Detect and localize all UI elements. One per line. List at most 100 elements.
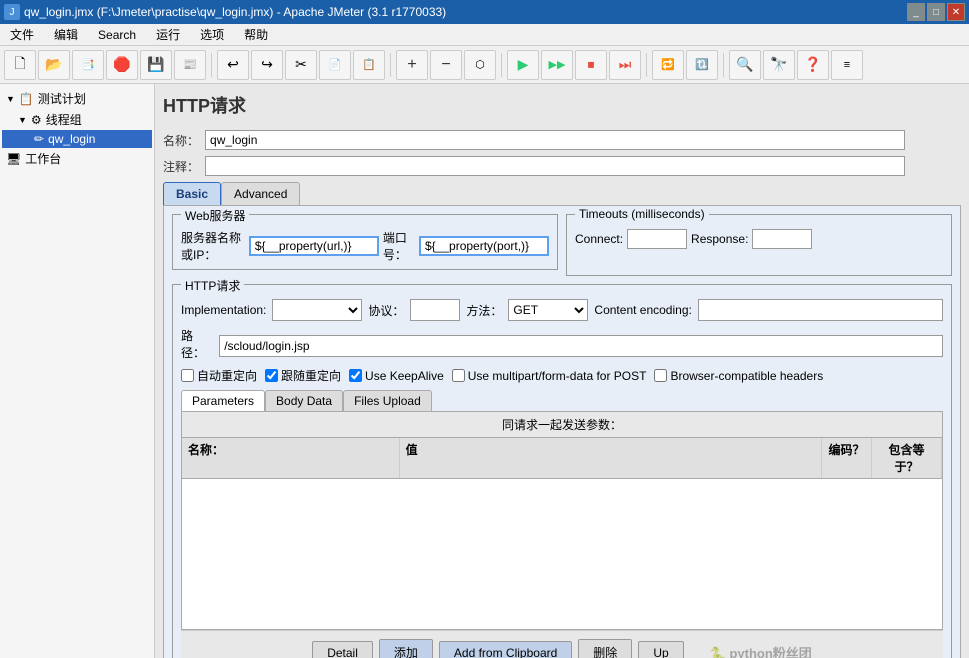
stop-now-button[interactable]: ⏭	[609, 50, 641, 80]
menu-help[interactable]: 帮助	[238, 24, 274, 45]
method-label: 方法：	[466, 302, 502, 319]
server-name-row: 服务器名称或IP： 端口号：	[181, 229, 549, 263]
close-button[interactable]: ✕	[947, 3, 965, 21]
checkbox-auto-redirect[interactable]: 自动重定向	[181, 367, 257, 384]
sidebar: ▼ 📋 测试计划 ▼ ⚙ 线程组 ✏ qw_login 🖥 工作台	[0, 84, 155, 658]
protocol-input[interactable]	[410, 299, 460, 321]
clear-all-button[interactable]: 🔃	[686, 50, 718, 80]
response-input[interactable]	[752, 229, 812, 249]
menu-run[interactable]: 运行	[150, 24, 186, 45]
checkbox-browser-compat[interactable]: Browser-compatible headers	[654, 369, 823, 383]
auto-redirect-label: 自动重定向	[197, 367, 257, 384]
print-button[interactable]: 📰	[174, 50, 206, 80]
sidebar-item-test-plan[interactable]: ▼ 📋 测试计划	[2, 88, 152, 109]
play-button[interactable]: ▶	[507, 50, 539, 80]
name-row: 名称：	[163, 130, 961, 150]
open-button[interactable]: 📂	[38, 50, 70, 80]
menu-search[interactable]: Search	[92, 26, 142, 44]
params-rows-area	[182, 479, 942, 629]
menu-edit[interactable]: 编辑	[48, 24, 84, 45]
app-icon: J	[4, 4, 20, 20]
col-include: 包含等于？	[872, 438, 942, 478]
col-encode: 编码？	[822, 438, 872, 478]
path-input[interactable]	[219, 335, 943, 357]
timeouts-box: Timeouts (milliseconds) Connect: Respons…	[566, 214, 952, 276]
follow-redirect-checkbox[interactable]	[265, 369, 278, 382]
name-input[interactable]	[205, 130, 905, 150]
separator-1	[211, 53, 212, 77]
tab-basic[interactable]: Basic	[163, 182, 221, 205]
basic-tab-content: Web服务器 服务器名称或IP： 端口号： Timeouts (millisec…	[163, 205, 961, 658]
checkbox-follow-redirect[interactable]: 跟随重定向	[265, 367, 341, 384]
impl-row: Implementation: HttpClient4 Java 协议： 方法：…	[181, 299, 943, 321]
timeouts-title: Timeouts (milliseconds)	[575, 207, 709, 221]
paste-button[interactable]: 📋	[353, 50, 385, 80]
tab-files-upload[interactable]: Files Upload	[343, 390, 432, 411]
tab-advanced[interactable]: Advanced	[221, 182, 300, 205]
content-area: HTTP请求 名称： 注释： Basic Advanced Web服务器	[155, 84, 969, 658]
auto-redirect-checkbox[interactable]	[181, 369, 194, 382]
delete-button[interactable]: 删除	[578, 639, 632, 658]
checkbox-row: 自动重定向 跟随重定向 Use KeepAlive Use multi	[181, 367, 943, 384]
zoom-button[interactable]: 🔭	[763, 50, 795, 80]
add-button[interactable]: +	[396, 50, 428, 80]
browser-compat-checkbox[interactable]	[654, 369, 667, 382]
stop-button[interactable]: ⏹	[575, 50, 607, 80]
detail-button[interactable]: Detail	[312, 641, 373, 658]
undo-button[interactable]: ↩	[217, 50, 249, 80]
tab-parameters[interactable]: Parameters	[181, 390, 265, 411]
cut-button[interactable]: ✂	[285, 50, 317, 80]
separator-2	[390, 53, 391, 77]
path-label: 路径：	[181, 327, 215, 361]
qw-login-label: qw_login	[48, 132, 95, 146]
http-req-box-title: HTTP请求	[181, 277, 244, 294]
method-select[interactable]: GET POST PUT DELETE	[508, 299, 588, 321]
save-template-button[interactable]: 📑	[72, 50, 104, 80]
keepalive-checkbox[interactable]	[349, 369, 362, 382]
browser-compat-label: Browser-compatible headers	[670, 369, 823, 383]
watermark: 🐍 python粉丝团	[710, 643, 812, 658]
extra-button[interactable]: ≡	[831, 50, 863, 80]
play-no-pause-button[interactable]: ▶▶	[541, 50, 573, 80]
web-server-title: Web服务器	[181, 207, 249, 224]
sidebar-item-thread-group[interactable]: ▼ ⚙ 线程组	[2, 109, 152, 130]
search-button[interactable]: 🔍	[729, 50, 761, 80]
path-row: 路径：	[181, 327, 943, 361]
multipart-checkbox[interactable]	[452, 369, 465, 382]
server-name-input[interactable]	[249, 236, 379, 256]
window-title: qw_login.jmx (F:\Jmeter\practise\qw_logi…	[24, 5, 446, 19]
sidebar-item-workspace[interactable]: 🖥 工作台	[2, 148, 152, 169]
browse-button[interactable]: ⬡	[464, 50, 496, 80]
minimize-button[interactable]: _	[907, 3, 925, 21]
add-param-button[interactable]: 添加	[379, 639, 433, 658]
remove-button[interactable]: −	[430, 50, 462, 80]
http-request-box: HTTP请求 Implementation: HttpClient4 Java …	[172, 284, 952, 658]
checkbox-keepalive[interactable]: Use KeepAlive	[349, 369, 444, 383]
connect-input[interactable]	[627, 229, 687, 249]
help-button[interactable]: ❓	[797, 50, 829, 80]
col-value: 值	[400, 438, 822, 478]
clear-button[interactable]: 🔁	[652, 50, 684, 80]
copy-button[interactable]: 📄	[319, 50, 351, 80]
menu-options[interactable]: 选项	[194, 24, 230, 45]
port-label: 端口号：	[383, 229, 415, 263]
checkbox-multipart[interactable]: Use multipart/form-data for POST	[452, 369, 647, 383]
window-controls[interactable]: _ □ ✕	[907, 3, 965, 21]
menu-file[interactable]: 文件	[4, 24, 40, 45]
multipart-label: Use multipart/form-data for POST	[468, 369, 647, 383]
up-button[interactable]: Up	[638, 641, 683, 658]
redo-button[interactable]: ↪	[251, 50, 283, 80]
encoding-input[interactable]	[698, 299, 943, 321]
add-clipboard-button[interactable]: Add from Clipboard	[439, 641, 572, 658]
new-button[interactable]: 🗋	[4, 50, 36, 80]
impl-select[interactable]: HttpClient4 Java	[272, 299, 362, 321]
pen-icon: ✏	[34, 132, 44, 146]
comment-input[interactable]	[205, 156, 905, 176]
sidebar-item-qw-login[interactable]: ✏ qw_login	[2, 130, 152, 148]
comment-row: 注释：	[163, 156, 961, 176]
maximize-button[interactable]: □	[927, 3, 945, 21]
port-input[interactable]	[419, 236, 549, 256]
stop-red-button[interactable]: 🛑	[106, 50, 138, 80]
save-button[interactable]: 💾	[140, 50, 172, 80]
tab-body-data[interactable]: Body Data	[265, 390, 343, 411]
